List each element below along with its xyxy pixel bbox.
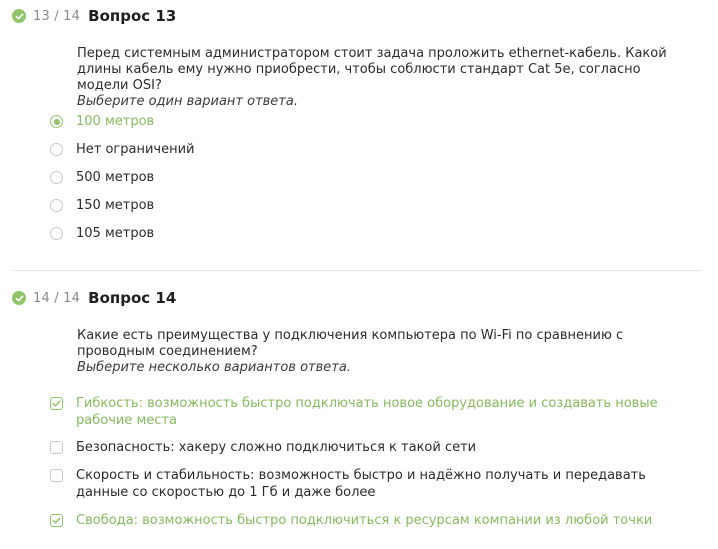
option-label: 500 метров: [76, 170, 155, 185]
radio-icon[interactable]: [50, 143, 63, 156]
answer-option[interactable]: Безопасность: хакеру сложно подключиться…: [50, 440, 690, 457]
checkbox-checked-icon[interactable]: [50, 514, 63, 527]
option-label: 150 метров: [76, 198, 155, 213]
option-label: Свобода: возможность быстро подключиться…: [76, 513, 653, 528]
question-divider: [12, 270, 702, 271]
question-counter: 13 / 14: [33, 8, 81, 24]
question-text: Какие есть преимущества у подключения ко…: [77, 328, 677, 376]
question-title: Вопрос 13: [88, 7, 177, 25]
answer-option[interactable]: 105 метров: [50, 226, 690, 243]
option-label: Безопасность: хакеру сложно подключиться…: [76, 440, 477, 455]
radio-icon[interactable]: [50, 199, 63, 212]
question-body: Какие есть преимущества у подключения ко…: [77, 328, 624, 359]
radio-icon[interactable]: [50, 171, 63, 184]
question-header: 14 / 14 Вопрос 14: [12, 286, 176, 310]
question-header: 13 / 14 Вопрос 13: [12, 4, 176, 28]
answer-option[interactable]: 150 метров: [50, 198, 690, 215]
checkbox-icon[interactable]: [50, 469, 63, 482]
question-title: Вопрос 14: [88, 289, 177, 307]
answer-option[interactable]: Скорость и стабильность: возможность быс…: [50, 468, 690, 501]
option-label: 100 метров: [76, 114, 155, 129]
option-label: Скорость и стабильность: возможность быс…: [76, 468, 646, 500]
answer-option[interactable]: Нет ограничений: [50, 142, 690, 159]
check-circle-icon: [12, 291, 26, 305]
answer-option[interactable]: Гибкость: возможность быстро подключать …: [50, 396, 690, 429]
answer-option[interactable]: 100 метров: [50, 114, 690, 131]
check-circle-icon: [12, 9, 26, 23]
checkbox-checked-icon[interactable]: [50, 397, 63, 410]
radio-selected-icon[interactable]: [50, 115, 63, 128]
option-label: 105 метров: [76, 226, 155, 241]
question-hint: Выберите один вариант ответа.: [77, 94, 298, 109]
question-hint: Выберите несколько вариантов ответа.: [77, 360, 351, 375]
question-counter: 14 / 14: [33, 290, 81, 306]
question-body: Перед системным администратором стоит за…: [77, 46, 667, 93]
option-label: Гибкость: возможность быстро подключать …: [76, 396, 658, 428]
question-text: Перед системным администратором стоит за…: [77, 46, 677, 110]
option-label: Нет ограничений: [76, 142, 195, 157]
checkbox-icon[interactable]: [50, 441, 63, 454]
answer-option[interactable]: Свобода: возможность быстро подключиться…: [50, 513, 690, 530]
answer-option[interactable]: 500 метров: [50, 170, 690, 187]
radio-icon[interactable]: [50, 227, 63, 240]
